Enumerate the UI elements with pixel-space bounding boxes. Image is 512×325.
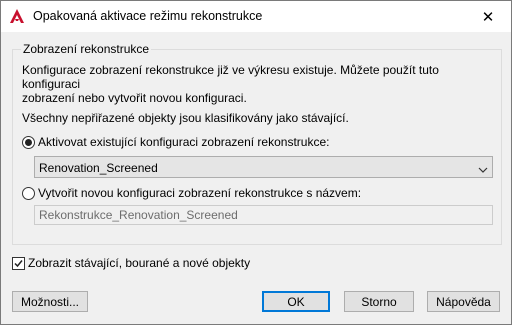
cancel-button-label: Storno [361,294,397,309]
radio-existing-label: Aktivovat existující konfiguraci zobraze… [38,135,330,149]
info-text: Konfigurace zobrazení rekonstrukce již v… [22,63,492,105]
radio-new-indicator[interactable] [22,186,35,200]
title-bar: Opakovaná aktivace režimu rekonstrukce ✕ [1,1,511,32]
options-button[interactable]: Možnosti... [12,291,88,312]
close-icon: ✕ [481,8,495,26]
radio-selected-dot [25,138,32,146]
window-title: Opakovaná aktivace režimu rekonstrukce [33,9,263,23]
help-button-label: Nápověda [436,294,491,309]
checkmark-icon [14,259,23,267]
existing-config-value: Renovation_Screened [39,161,158,175]
ok-button-label: OK [287,294,305,309]
close-button[interactable]: ✕ [465,1,511,32]
radio-new-label: Vytvořit novou konfiguraci zobrazení rek… [38,186,362,200]
chevron-down-icon [478,163,488,173]
ok-button[interactable]: OK [262,291,330,312]
radio-existing-indicator[interactable] [22,135,35,149]
info-line-2: zobrazení nebo vytvořit novou konfigurac… [22,91,247,105]
new-config-name-input[interactable] [34,205,493,225]
show-objects-checkbox-row[interactable]: Zobrazit stávající, bourané a nové objek… [12,256,250,270]
existing-config-select[interactable]: Renovation_Screened [34,156,493,178]
show-objects-label: Zobrazit stávající, bourané a nové objek… [28,256,251,270]
help-button[interactable]: Nápověda [427,291,500,312]
autocad-icon [9,8,25,24]
show-objects-checkbox[interactable] [12,256,25,270]
group-legend: Zobrazení rekonstrukce [21,42,152,56]
radio-new-config[interactable]: Vytvořit novou konfiguraci zobrazení rek… [22,186,361,200]
radio-existing-config[interactable]: Aktivovat existující konfiguraci zobraze… [22,135,329,149]
info-line-1: Konfigurace zobrazení rekonstrukce již v… [22,63,439,91]
options-button-label: Možnosti... [20,294,80,309]
dialog-window: Opakovaná aktivace režimu rekonstrukce ✕… [0,0,512,325]
classification-note: Všechny nepřiřazené objekty jsou klasifi… [22,111,349,125]
cancel-button[interactable]: Storno [344,291,414,312]
